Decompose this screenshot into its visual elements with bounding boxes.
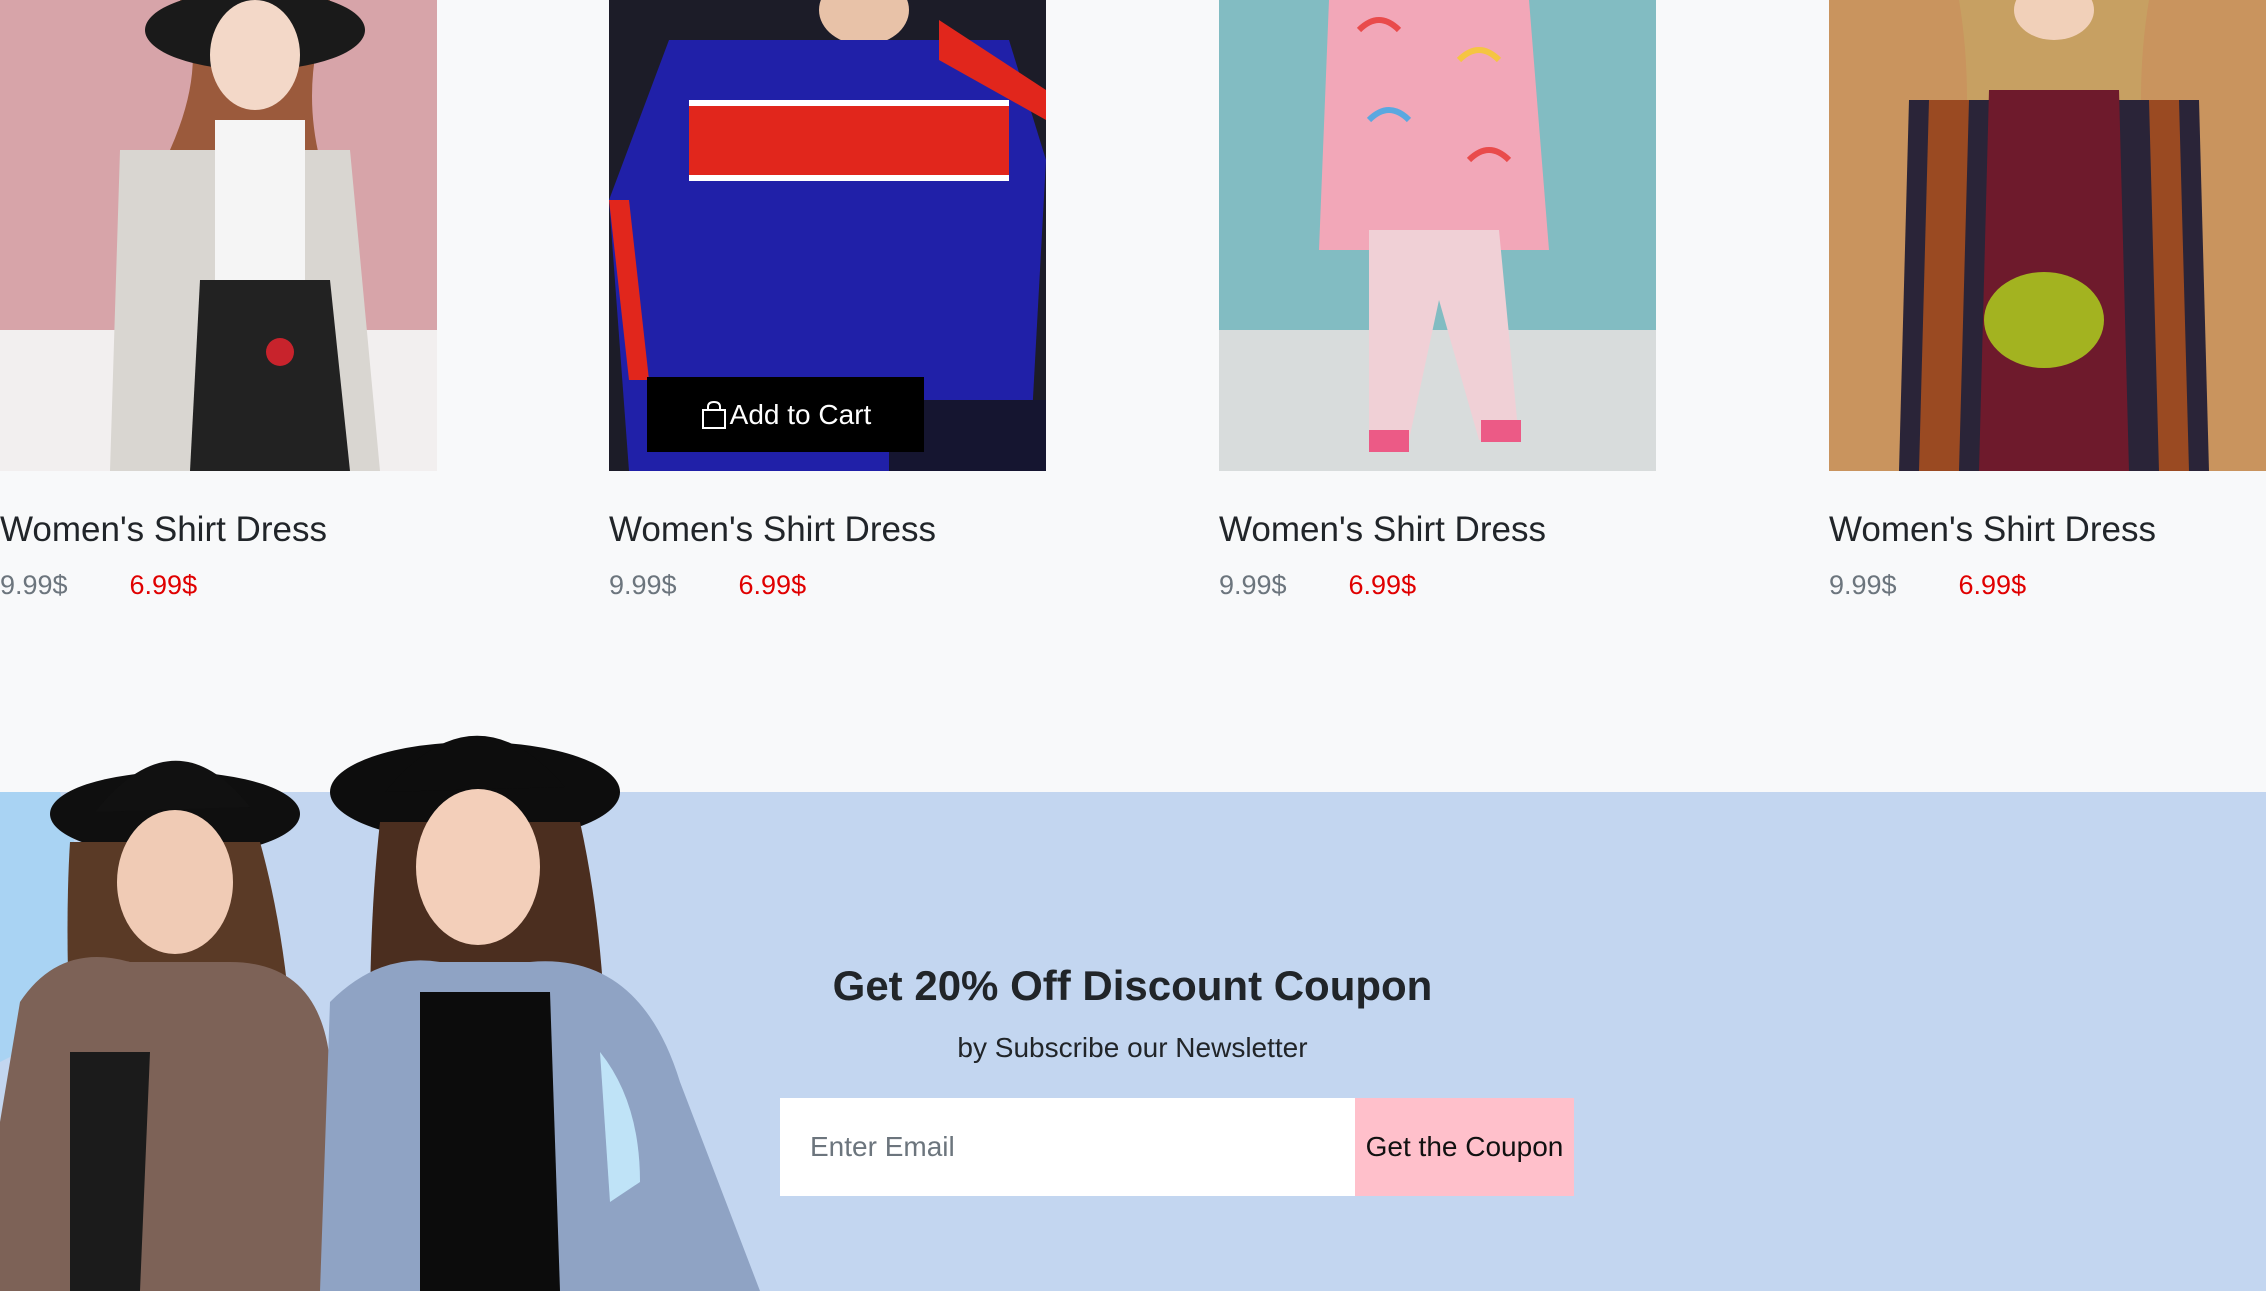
product-card[interactable]: Women's Shirt Dress 9.99$ 6.99$ [1829,0,2266,600]
sale-price: 6.99$ [738,570,807,600]
product-title[interactable]: Women's Shirt Dress [0,510,327,550]
sale-price: 6.99$ [1348,570,1417,600]
product-card[interactable]: Women's Shirt Dress 9.99$ 6.99$ [0,0,437,600]
newsletter-title: Get 20% Off Discount Coupon [832,962,1433,1009]
sale-price: 6.99$ [129,570,198,600]
product-image[interactable] [0,0,437,471]
product-image[interactable] [1829,0,2266,471]
product-title[interactable]: Women's Shirt Dress [1829,510,2156,550]
newsletter-subtitle: by Subscribe our Newsletter [957,1032,1308,1063]
newsletter-section: Get 20% Off Discount Coupon by Subscribe… [0,735,2266,1291]
price-row: 9.99$ 6.99$ [1219,570,1416,601]
email-input[interactable] [780,1098,1355,1196]
product-grid: Women's Shirt Dress 9.99$ 6.99$ Add to C… [0,0,2266,792]
get-coupon-button[interactable]: Get the Coupon [1355,1098,1574,1196]
product-image[interactable] [1219,0,1656,471]
price-row: 9.99$ 6.99$ [609,570,806,601]
sale-price: 6.99$ [1958,570,2027,600]
old-price: 9.99$ [1219,570,1287,600]
add-to-cart-button[interactable]: Add to Cart [647,377,924,452]
shopping-bag-icon [700,400,728,430]
add-to-cart-label: Add to Cart [729,398,872,430]
newsletter-form: Get the Coupon [780,1098,1574,1196]
old-price: 9.99$ [1829,570,1897,600]
promo-image [0,702,780,1291]
price-row: 9.99$ 6.99$ [1829,570,2026,601]
product-image[interactable]: Add to Cart [609,0,1046,471]
old-price: 9.99$ [609,570,677,600]
product-title[interactable]: Women's Shirt Dress [609,510,936,550]
product-card[interactable]: Women's Shirt Dress 9.99$ 6.99$ [1219,0,1656,600]
old-price: 9.99$ [0,570,68,600]
price-row: 9.99$ 6.99$ [0,570,197,601]
product-card[interactable]: Add to Cart Women's Shirt Dress 9.99$ 6.… [609,0,1046,600]
product-title[interactable]: Women's Shirt Dress [1219,510,1546,550]
